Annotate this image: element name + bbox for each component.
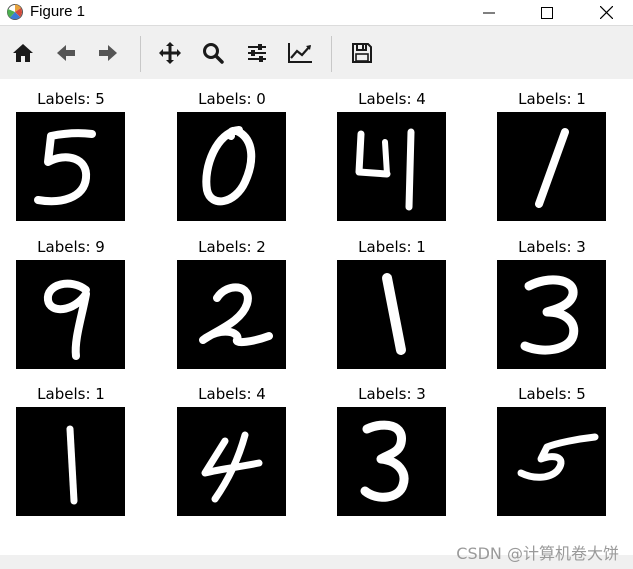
title-bar: Figure 1 <box>0 0 633 25</box>
digit-image <box>497 407 606 516</box>
home-icon <box>13 44 33 62</box>
subplot-title: Labels: 5 <box>37 90 105 108</box>
subplot-title: Labels: 3 <box>518 238 586 256</box>
digit-image <box>177 407 286 516</box>
navigation-toolbar <box>0 25 633 79</box>
digit-image <box>497 260 606 369</box>
subplot-title: Labels: 3 <box>358 385 426 403</box>
minimize-button[interactable] <box>466 0 512 25</box>
digit-image <box>337 260 446 369</box>
subplot-title: Labels: 0 <box>198 90 266 108</box>
toolbar-separator <box>331 36 332 72</box>
subplot-title: Labels: 1 <box>358 238 426 256</box>
subplot-title: Labels: 4 <box>358 90 426 108</box>
home-button[interactable] <box>8 38 38 68</box>
digit-image <box>497 112 606 221</box>
subplot-title: Labels: 1 <box>37 385 105 403</box>
digit-image <box>16 407 125 516</box>
subplot-title: Labels: 1 <box>518 90 586 108</box>
subplot-title: Labels: 5 <box>518 385 586 403</box>
digit-image <box>177 260 286 369</box>
subplot-title: Labels: 2 <box>198 238 266 256</box>
close-button[interactable] <box>583 0 629 25</box>
zoom-button[interactable] <box>198 38 228 68</box>
edit-axis-button[interactable] <box>285 38 315 68</box>
subplot-title: Labels: 4 <box>198 385 266 403</box>
pan-icon <box>159 42 181 64</box>
figure-canvas[interactable]: Labels: 5 Labels: 0 Labels: 4 Labels: 1 … <box>0 79 633 555</box>
configure-subplots-button[interactable] <box>242 38 272 68</box>
pan-button[interactable] <box>155 38 185 68</box>
maximize-icon <box>541 6 553 19</box>
window-title: Figure 1 <box>30 3 86 20</box>
matplotlib-app-icon <box>6 3 24 21</box>
digit-image <box>337 112 446 221</box>
minimize-icon <box>483 12 495 13</box>
digit-image <box>16 260 125 369</box>
close-icon <box>599 6 613 19</box>
toolbar-separator <box>140 36 141 72</box>
save-button[interactable] <box>347 38 377 68</box>
configure-subplots-icon <box>248 44 266 62</box>
maximize-button[interactable] <box>524 0 570 25</box>
back-arrow-icon <box>57 45 75 61</box>
forward-button[interactable] <box>93 38 123 68</box>
save-icon <box>352 43 372 63</box>
digit-image <box>16 112 125 221</box>
digit-image <box>177 112 286 221</box>
watermark: CSDN @计算机卷大饼 <box>456 544 619 563</box>
back-button[interactable] <box>51 38 81 68</box>
edit-axis-icon <box>288 43 312 63</box>
forward-arrow-icon <box>99 45 117 61</box>
digit-image <box>337 407 446 516</box>
subplot-title: Labels: 9 <box>37 238 105 256</box>
zoom-icon <box>203 43 224 64</box>
